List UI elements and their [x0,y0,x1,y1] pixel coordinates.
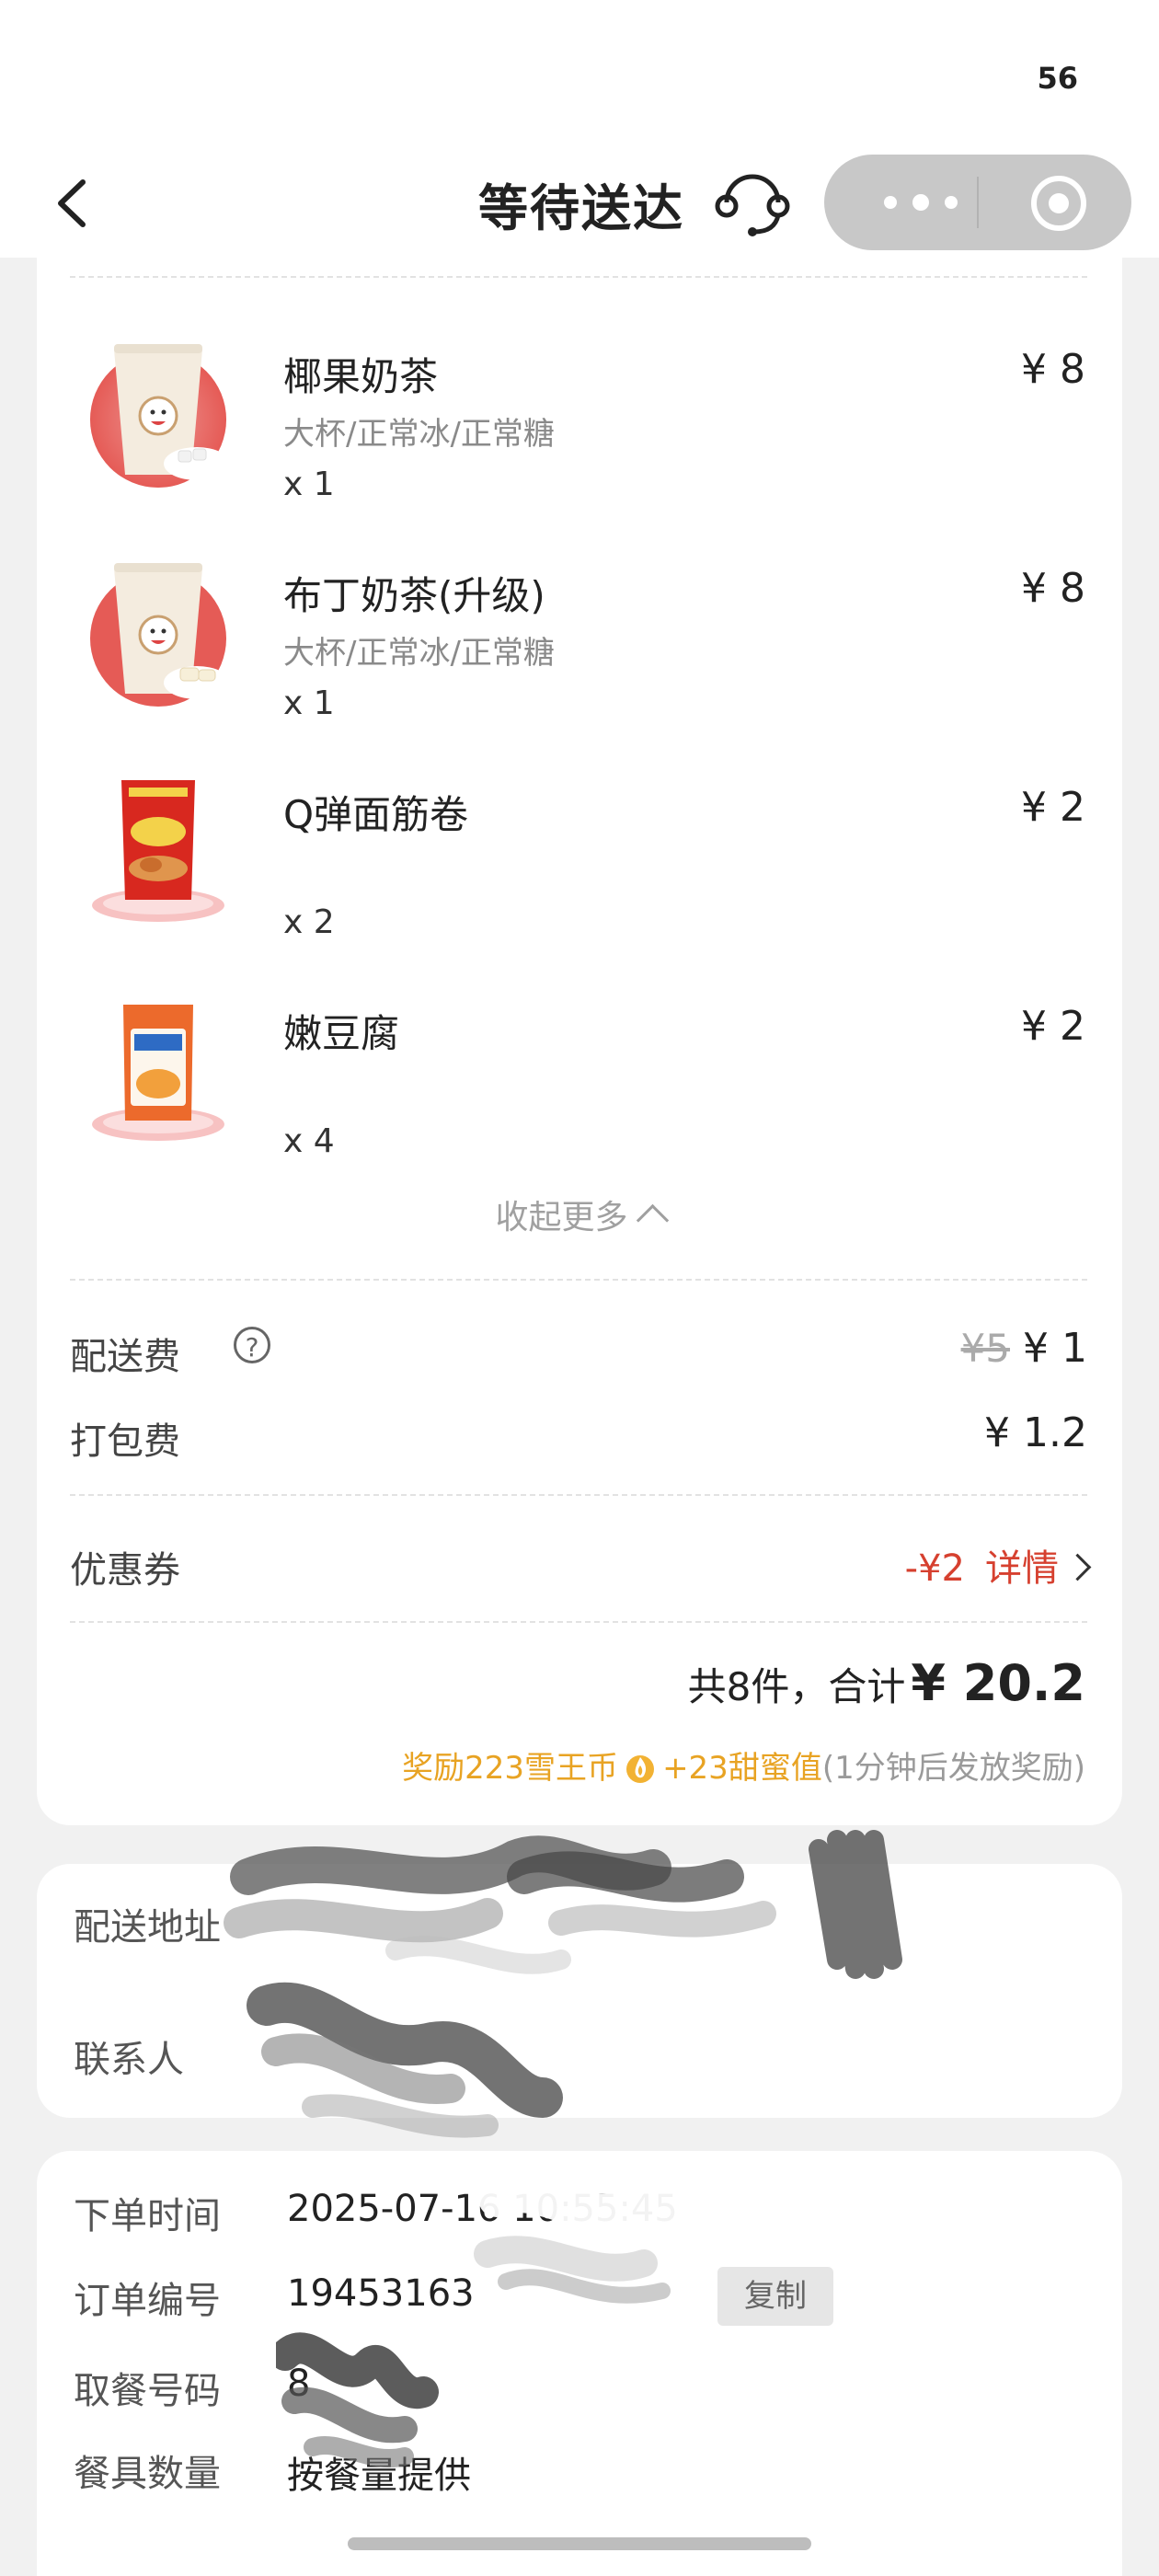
divider [70,1279,1087,1281]
product-image-gluten-roll [77,765,239,927]
item-spec: 大杯/正常冰/正常糖 [283,416,555,453]
page-title: 等待送达 [478,179,684,237]
divider [70,276,1087,278]
back-button[interactable] [48,171,103,236]
capsule-divider [977,177,979,228]
product-image-tofu [77,984,239,1146]
close-mini-program-button[interactable] [1028,173,1089,234]
delivery-fee-row: 配送费 ? ¥5 ¥ 1 [70,1317,1087,1382]
reward-coins: 奖励223雪王币 [402,1750,619,1787]
mini-program-capsule [824,155,1131,250]
status-bar: 56 [0,0,1159,147]
delivery-fee-actual: ¥ 1 [1023,1325,1087,1372]
divider [70,1494,1087,1496]
coupon-detail-link[interactable]: 详情 [985,1547,1059,1590]
item-quantity: x 4 [283,1122,335,1160]
packing-fee-row: 打包费 ¥ 1.2 [70,1402,1087,1466]
chevron-up-icon [636,1203,669,1237]
utensils-label: 餐具数量 [74,2453,221,2495]
delivery-info-card: 配送地址 联系人 [37,1864,1122,2118]
product-image-pudding-milk-tea [77,546,239,708]
item-spec: 大杯/正常冰/正常糖 [283,635,555,672]
collapse-label: 收起更多 [495,1199,628,1236]
customer-service-button[interactable] [714,166,791,239]
order-time-label: 下单时间 [74,2195,221,2237]
packing-fee-value: ¥ 1.2 [984,1409,1087,1456]
coupon-label: 优惠券 [70,1549,180,1592]
order-total: 共8件，合计 ¥ 20.2 [688,1654,1085,1712]
more-menu-button[interactable] [879,193,962,212]
item-price: ¥ 2 [1021,784,1085,831]
collapse-more-button[interactable]: 收起更多 [37,1190,1122,1238]
chevron-right-icon [1063,1553,1092,1581]
total-count-text: 共8件，合计 [687,1664,906,1709]
item-price: ¥ 8 [1021,346,1085,393]
contact-label: 联系人 [74,2039,184,2081]
item-quantity: x 2 [283,903,335,941]
pickup-code-label: 取餐号码 [74,2370,221,2412]
nav-bar: 等待送达 [0,147,1159,258]
total-amount: ¥ 20.2 [911,1654,1085,1712]
target-circle-icon [1031,176,1086,231]
item-price: ¥ 8 [1021,565,1085,612]
delivery-fee-label: 配送费 [70,1336,180,1378]
order-number-label: 订单编号 [74,2280,221,2322]
help-icon[interactable]: ? [234,1327,270,1363]
coupon-amount: -¥2 [904,1547,965,1590]
divider [70,1621,1087,1623]
item-quantity: x 1 [283,684,335,722]
product-image-milk-tea [77,328,239,489]
order-number-value: 19453163 [287,2272,475,2315]
item-quantity: x 1 [283,466,335,503]
item-name: Q弹面筋卷 [283,792,469,837]
order-time-value: 2025-07-16 10:55:45 [287,2188,678,2230]
home-indicator[interactable] [348,2537,811,2550]
packing-fee-label: 打包费 [70,1420,180,1463]
coupon-value[interactable]: -¥2 详情 [904,1538,1092,1592]
item-name: 嫩豆腐 [283,1011,400,1056]
reward-sweet: +23甜蜜值 [662,1750,822,1787]
item-name: 椰果奶茶 [283,354,439,399]
copy-button[interactable]: 复制 [717,2267,833,2326]
chevron-left-icon [58,179,86,227]
headset-icon [715,174,790,236]
delivery-fee-value: ¥5 ¥ 1 [961,1325,1087,1372]
more-dots-icon [884,194,958,211]
item-name: 布丁奶茶(升级) [283,573,545,618]
address-label: 配送地址 [74,1906,221,1949]
list-item: 椰果奶茶 大杯/正常冰/正常糖 x 1 ¥ 8 [37,294,1122,503]
battery-level: 56 [1037,61,1078,96]
delivery-fee-original: ¥5 [960,1326,1011,1371]
coupon-row[interactable]: 优惠券 -¥2 详情 [70,1531,1092,1595]
list-item: 布丁奶茶(升级) 大杯/正常冰/正常糖 x 1 ¥ 8 [37,513,1122,722]
reward-note: (1分钟后发放奖励) [821,1750,1085,1787]
flame-icon [626,1755,655,1783]
order-items-card: 椰果奶茶 大杯/正常冰/正常糖 x 1 ¥ 8 布丁奶茶(升级) 大杯/正常冰/… [37,258,1122,1825]
list-item: 嫩豆腐 x 4 ¥ 2 [37,951,1122,1160]
utensils-value: 按餐量提供 [287,2455,471,2497]
list-item: Q弹面筋卷 x 2 ¥ 2 [37,732,1122,941]
reward-line: 奖励223雪王币 +23甜蜜值(1分钟后发放奖励) [402,1742,1085,1788]
order-info-card: 下单时间 2025-07-16 10:55:45 订单编号 19453163 复… [37,2151,1122,2576]
pickup-code-value: 8 [287,2363,311,2405]
item-price: ¥ 2 [1021,1003,1085,1050]
